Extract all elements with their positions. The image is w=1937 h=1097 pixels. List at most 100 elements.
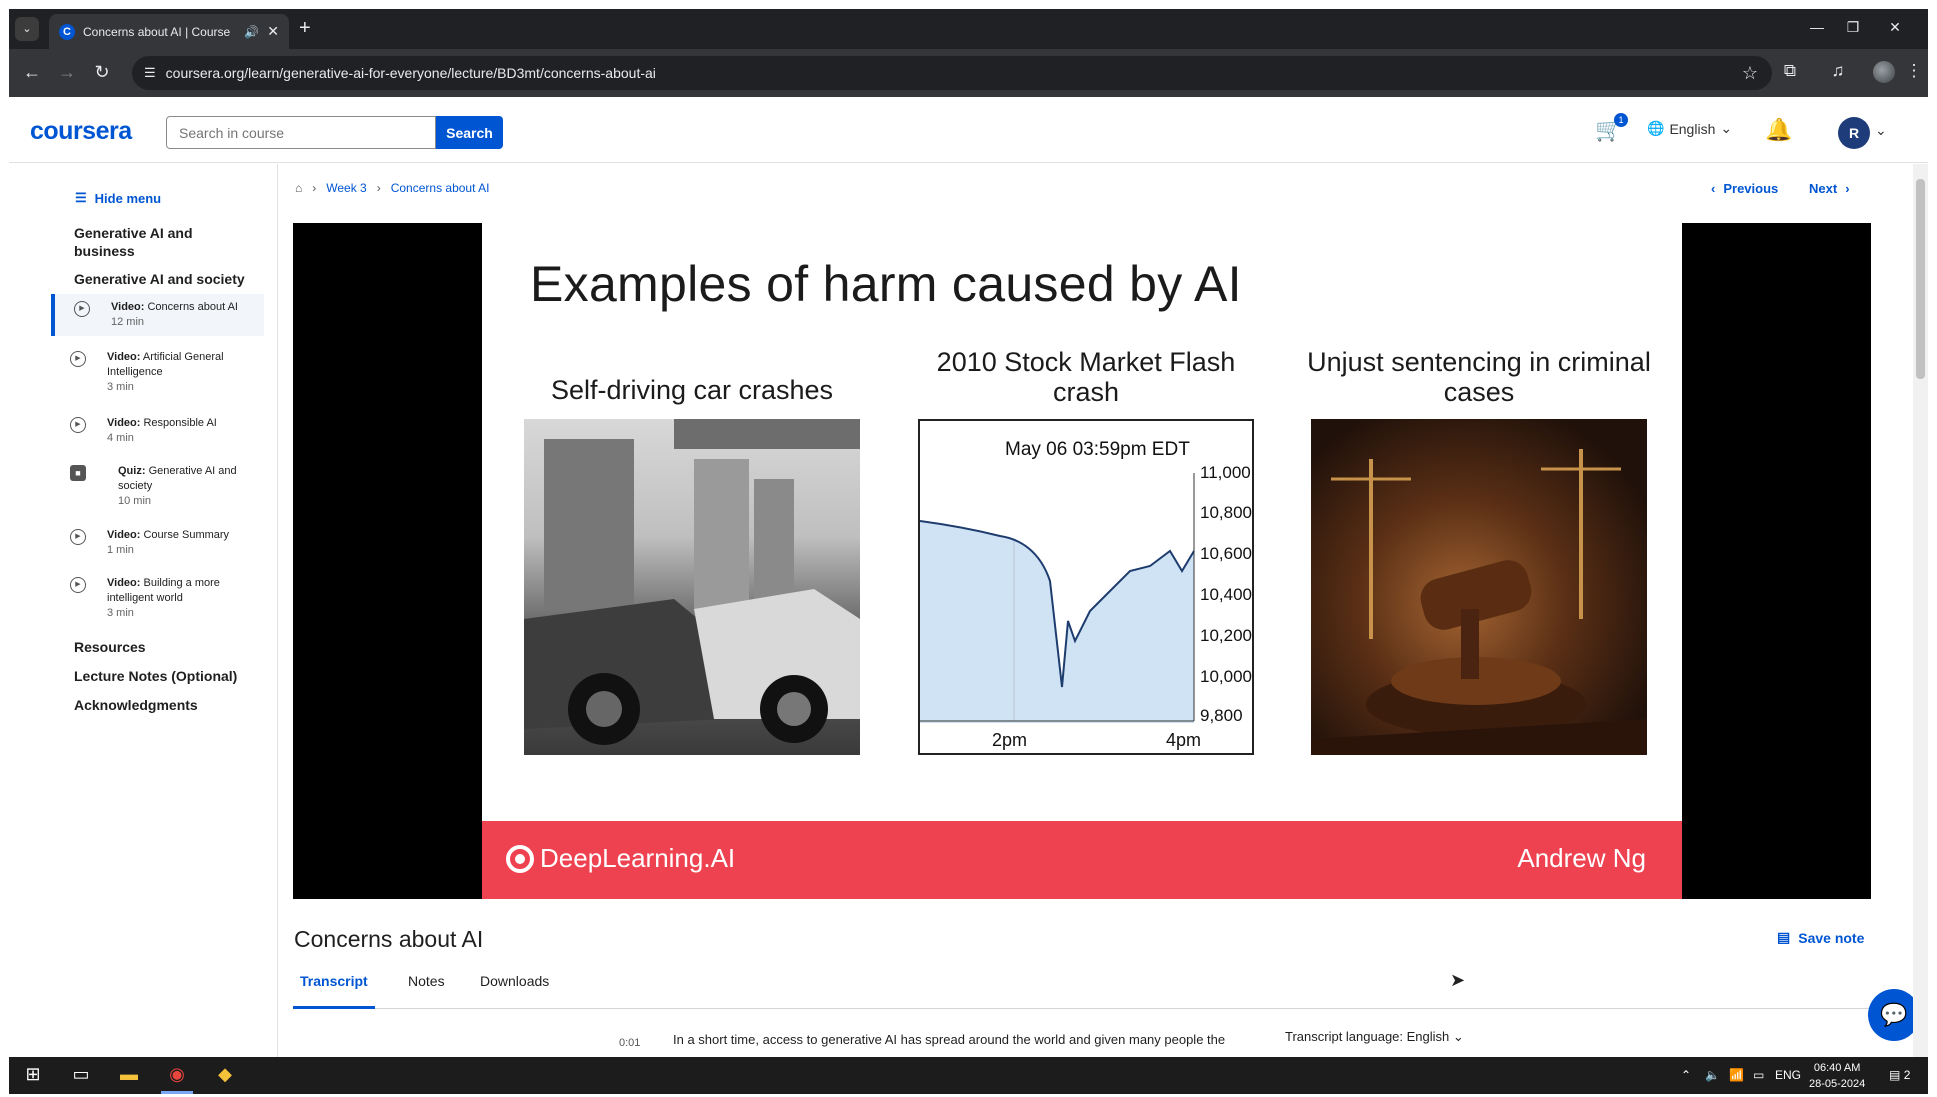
transcript-line[interactable]: In a short time, access to generative AI…	[673, 1032, 1225, 1047]
speaker-icon[interactable]: 🔊	[244, 25, 259, 39]
browser-tab[interactable]: C Concerns about AI | Course 🔊 ✕	[49, 14, 289, 49]
site-info-icon[interactable]: ☰	[144, 65, 156, 81]
windows-start-icon[interactable]: ⊞	[19, 1064, 47, 1085]
address-bar[interactable]: ☰ coursera.org/learn/generative-ai-for-e…	[132, 56, 1772, 90]
language-label: English	[1669, 120, 1716, 137]
back-icon[interactable]: ←	[21, 62, 43, 83]
breadcrumb-lecture[interactable]: Concerns about AI	[391, 181, 490, 195]
item-duration: 1 min	[107, 544, 134, 556]
mouse-cursor-icon: ➤	[1450, 970, 1466, 990]
sidebar-item-concerns-about-ai[interactable]: ▶ Video: Concerns about AI 12 min	[51, 294, 264, 336]
sidebar-item-quiz[interactable]: ■ Quiz: Generative AI and society 10 min	[51, 458, 264, 515]
window-close-icon[interactable]: ✕	[1885, 19, 1905, 36]
bookmark-star-icon[interactable]: ☆	[1742, 63, 1758, 84]
previous-button[interactable]: ‹ Previous	[1711, 181, 1778, 196]
chevron-down-icon: ⌄	[1452, 1029, 1464, 1044]
task-view-icon[interactable]: ▭	[67, 1064, 95, 1085]
extensions-icon[interactable]: ⧉	[1779, 61, 1801, 81]
course-sidebar: ☰ Hide menu Generative AI and business G…	[9, 164, 278, 1057]
item-kind: Video:	[107, 417, 141, 429]
sidebar-link-lecture-notes[interactable]: Lecture Notes (Optional)	[74, 667, 237, 685]
system-clock[interactable]: 06:40 AM 28-05-2024	[1809, 1060, 1865, 1092]
windows-taskbar: ⊞ ▭ ▬ ◉ ◆ ⌃ 🔈 📶 ▭ ENG 06:40 AM 28-05-202…	[9, 1057, 1928, 1094]
battery-icon[interactable]: ▭	[1753, 1068, 1764, 1082]
lecture-tabs: Transcript Notes Downloads	[293, 967, 1871, 1009]
reload-icon[interactable]: ↻	[91, 62, 113, 83]
tab-downloads[interactable]: Downloads	[473, 967, 556, 1009]
module-generative-ai-business[interactable]: Generative AI and business	[74, 224, 224, 260]
chrome-icon[interactable]: ◉	[163, 1064, 191, 1085]
x-tick: 2pm	[992, 730, 1027, 750]
coursera-logo[interactable]: coursera	[30, 117, 132, 146]
item-title: Responsible AI	[143, 417, 217, 429]
close-tab-icon[interactable]: ✕	[267, 23, 279, 40]
browser-profile-avatar[interactable]	[1873, 61, 1895, 83]
language-selector[interactable]: 🌐 English ⌄	[1647, 120, 1732, 137]
play-circle-icon: ▶	[70, 351, 86, 367]
search-button[interactable]: Search	[436, 116, 503, 149]
browser-toolbar: ← → ↻ ☰ coursera.org/learn/generative-ai…	[9, 49, 1928, 97]
y-tick: 10,400	[1200, 585, 1252, 604]
sidebar-item-course-summary[interactable]: ▶ Video: Course Summary 1 min	[51, 522, 264, 564]
play-circle-icon: ▶	[70, 577, 86, 593]
hide-menu-button[interactable]: ☰ Hide menu	[75, 190, 161, 206]
new-tab-button[interactable]: +	[299, 18, 311, 38]
sidebar-link-acknowledgments[interactable]: Acknowledgments	[74, 696, 198, 714]
chart-timestamp: May 06 03:59pm EDT	[1005, 439, 1190, 460]
slide-footer: DeepLearning.AI Andrew Ng	[482, 821, 1682, 899]
app-launcher-icon[interactable]: ◆	[211, 1064, 239, 1085]
y-tick: 10,600	[1200, 544, 1252, 563]
media-control-icon[interactable]: ♫	[1827, 61, 1849, 81]
forward-icon[interactable]: →	[56, 62, 78, 83]
brand-name: DeepLearning.AI	[540, 843, 736, 873]
breadcrumb: ⌂ › Week 3 › Concerns about AI	[295, 181, 489, 195]
tab-bar: ⌄ C Concerns about AI | Course 🔊 ✕ + — ❐…	[9, 9, 1928, 49]
input-language[interactable]: ENG	[1775, 1068, 1801, 1082]
save-note-button[interactable]: ▤ Save note	[1777, 929, 1864, 946]
transcript-timestamp[interactable]: 0:01	[619, 1037, 640, 1049]
video-player[interactable]: Examples of harm caused by AI Self-drivi…	[293, 223, 1871, 899]
col-heading-sentencing: Unjust sentencing in criminal cases	[1307, 347, 1651, 407]
next-button[interactable]: Next ›	[1809, 181, 1850, 196]
minimize-icon[interactable]: —	[1807, 19, 1827, 35]
page-scrollbar[interactable]	[1913, 164, 1928, 1057]
chevron-right-icon: ›	[312, 181, 317, 195]
sidebar-link-resources[interactable]: Resources	[74, 638, 146, 656]
file-explorer-icon[interactable]: ▬	[115, 1064, 143, 1085]
sidebar-item-agi[interactable]: ▶ Video: Artificial General Intelligence…	[51, 344, 264, 401]
browser-menu-icon[interactable]: ⋮	[1903, 61, 1925, 81]
notifications-bell-icon[interactable]: 🔔	[1765, 117, 1792, 143]
chevron-right-icon: ›	[1845, 181, 1850, 196]
hide-menu-label: Hide menu	[94, 190, 162, 206]
breadcrumb-week[interactable]: Week 3	[326, 181, 366, 195]
user-avatar[interactable]: R	[1838, 117, 1870, 149]
item-duration: 12 min	[111, 316, 145, 328]
sidebar-item-intelligent-world[interactable]: ▶ Video: Building a more intelligent wor…	[51, 570, 264, 627]
module-generative-ai-society[interactable]: Generative AI and society	[74, 270, 245, 288]
item-duration: 3 min	[107, 607, 134, 619]
restore-icon[interactable]: ❐	[1843, 19, 1863, 36]
volume-icon[interactable]: 🔈	[1705, 1068, 1720, 1082]
network-icon[interactable]: 📶	[1729, 1068, 1744, 1082]
account-chevron-icon[interactable]: ⌄	[1875, 122, 1887, 139]
search-input[interactable]	[166, 116, 436, 149]
item-duration: 3 min	[107, 381, 134, 393]
col-heading-flash-crash: 2010 Stock Market Flash crash	[936, 347, 1236, 407]
cart-badge: 1	[1614, 113, 1628, 127]
url-text[interactable]: coursera.org/learn/generative-ai-for-eve…	[166, 65, 1732, 81]
transcript-language-label: Transcript language: English	[1285, 1029, 1450, 1044]
tray-chevron-icon[interactable]: ⌃	[1681, 1068, 1691, 1082]
notification-icon: ▤	[1889, 1068, 1901, 1082]
transcript-language-selector[interactable]: Transcript language: English ⌄	[1285, 1029, 1464, 1045]
notification-center-icon[interactable]: ▤ 2	[1889, 1068, 1910, 1082]
tab-notes[interactable]: Notes	[401, 967, 452, 1009]
home-icon[interactable]: ⌂	[295, 181, 302, 195]
active-app-indicator	[161, 1091, 193, 1094]
tab-transcript[interactable]: Transcript	[293, 967, 375, 1009]
deeplearning-logo: DeepLearning.AI	[506, 843, 735, 874]
scrollbar-thumb[interactable]	[1916, 179, 1925, 379]
item-title: Course Summary	[143, 529, 230, 541]
sidebar-item-responsible-ai[interactable]: ▶ Video: Responsible AI 4 min	[51, 410, 264, 452]
item-duration: 10 min	[118, 495, 152, 507]
tab-list-button[interactable]: ⌄	[15, 17, 39, 41]
